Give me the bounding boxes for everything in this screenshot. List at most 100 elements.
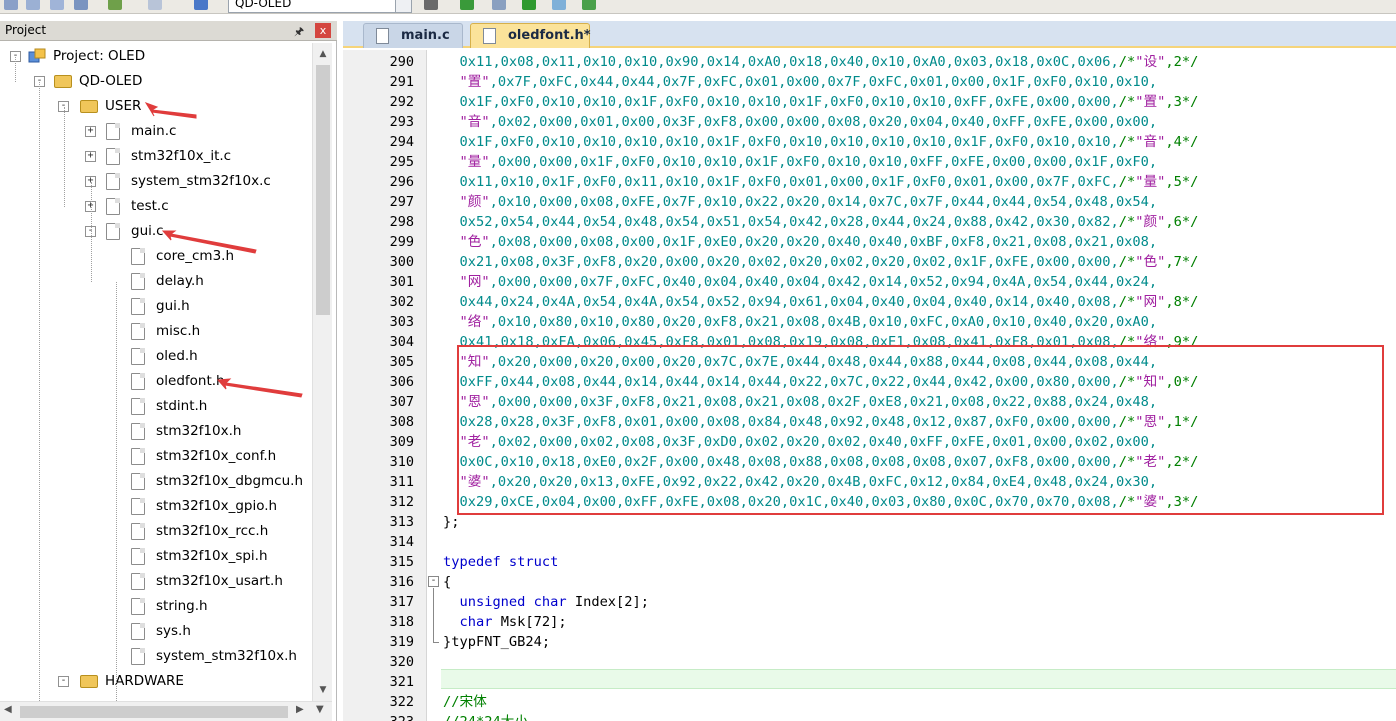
code-token: ,0x10,0x00,0x08,0xFE,0x7F,0x10,0x22,0x20…	[489, 194, 1158, 210]
scroll-left-icon[interactable]: ◀	[4, 704, 12, 715]
code-token: 0x0C,0x10,0x18,0xE0,0x2F,0x00,0x48,0x08,…	[443, 454, 1119, 470]
code-line[interactable]: "老",0x02,0x00,0x02,0x08,0x3F,0xD0,0x02,0…	[443, 432, 1157, 452]
tree-item-project-oled[interactable]: - Project: OLED	[0, 46, 312, 68]
tree-item-stm32f10x-it-c[interactable]: + stm32f10x_it.c	[0, 146, 312, 168]
pin-icon[interactable]: 🖈	[294, 23, 304, 42]
tree-item-gui-c[interactable]: - gui.c	[0, 221, 312, 243]
tree-item-stm32f10x-h[interactable]: stm32f10x.h	[0, 421, 312, 443]
collapse-icon[interactable]: -	[58, 676, 69, 687]
tree-item-hardware[interactable]: - HARDWARE	[0, 671, 312, 693]
file-icon	[131, 523, 145, 540]
scroll-down-icon[interactable]: ▼	[316, 704, 324, 715]
scrollbar-thumb[interactable]	[20, 706, 288, 718]
tree-item-main-c[interactable]: + main.c	[0, 121, 312, 143]
code-line[interactable]: "音",0x02,0x00,0x01,0x00,0x3F,0xF8,0x00,0…	[443, 112, 1157, 132]
expand-icon[interactable]: +	[85, 151, 96, 162]
code-editor[interactable]: 0x11,0x08,0x11,0x10,0x10,0x90,0x14,0xA0,…	[441, 50, 1396, 721]
find-icon[interactable]	[148, 0, 162, 10]
code-line[interactable]: "量",0x00,0x00,0x1F,0xF0,0x10,0x10,0x1F,0…	[443, 152, 1157, 172]
code-line[interactable]: 0x1F,0xF0,0x10,0x10,0x1F,0xF0,0x10,0x10,…	[443, 92, 1198, 112]
tree-item-delay-h[interactable]: delay.h	[0, 271, 312, 293]
code-line[interactable]: //24*24大小	[443, 712, 528, 721]
tree-item-stm32f10x-dbgmcu-h[interactable]: stm32f10x_dbgmcu.h	[0, 471, 312, 493]
scrollbar-thumb[interactable]	[316, 65, 330, 315]
target-options-icon[interactable]	[194, 0, 208, 10]
code-line[interactable]: "婆",0x20,0x20,0x13,0xFE,0x92,0x22,0x42,0…	[443, 472, 1157, 492]
code-line[interactable]: 0x0C,0x10,0x18,0xE0,0x2F,0x00,0x48,0x08,…	[443, 452, 1198, 472]
scroll-down-icon[interactable]: ▼	[315, 682, 331, 698]
code-line[interactable]: "络",0x10,0x80,0x10,0x80,0x20,0xF8,0x21,0…	[443, 312, 1157, 332]
select-packs-icon[interactable]	[492, 0, 506, 10]
tree-item-stm32f10x-conf-h[interactable]: stm32f10x_conf.h	[0, 446, 312, 468]
tree-item-system-stm32f10x-c[interactable]: + system_stm32f10x.c	[0, 171, 312, 193]
tree-item-user[interactable]: - USER	[0, 96, 312, 118]
manage-components-icon[interactable]	[424, 0, 438, 10]
code-line[interactable]: "颜",0x10,0x00,0x08,0xFE,0x7F,0x10,0x22,0…	[443, 192, 1157, 212]
batch-build-icon[interactable]	[26, 0, 40, 10]
translate-icon[interactable]	[50, 0, 64, 10]
tree-item-stm32f10x-rcc-h[interactable]: stm32f10x_rcc.h	[0, 521, 312, 543]
target-select[interactable]: QD-OLED	[228, 0, 412, 13]
code-line[interactable]: "知",0x20,0x00,0x20,0x00,0x20,0x7C,0x7E,0…	[443, 352, 1157, 372]
scroll-right-icon[interactable]: ▶	[296, 704, 304, 715]
code-line[interactable]: 0x1F,0xF0,0x10,0x10,0x10,0x10,0x1F,0xF0,…	[443, 132, 1198, 152]
tab-main-c[interactable]: main.c	[363, 23, 463, 48]
tab-oledfont-h[interactable]: oledfont.h*	[470, 23, 591, 48]
download-icon[interactable]	[74, 0, 88, 10]
settings-icon[interactable]	[552, 0, 566, 10]
project-tree-vertical-scrollbar[interactable]: ▲ ▼	[312, 43, 332, 701]
tree-item-test-c[interactable]: + test.c	[0, 196, 312, 218]
code-line[interactable]: 0x44,0x24,0x4A,0x54,0x4A,0x54,0x52,0x94,…	[443, 292, 1198, 312]
line-number: 320	[389, 654, 414, 670]
configure-icon[interactable]	[582, 0, 596, 10]
fold-collapse-icon[interactable]: -	[428, 576, 439, 587]
code-line[interactable]: "色",0x08,0x00,0x08,0x00,0x1F,0xE0,0x20,0…	[443, 232, 1157, 252]
load-icon[interactable]	[108, 0, 122, 10]
tree-item-stdint-h[interactable]: stdint.h	[0, 396, 312, 418]
tree-item-misc-h[interactable]: misc.h	[0, 321, 312, 343]
file-icon	[106, 173, 120, 190]
code-line[interactable]: unsigned char Index[2];	[443, 592, 649, 612]
file-icon	[106, 148, 120, 165]
tree-item-stm32f10x-gpio-h[interactable]: stm32f10x_gpio.h	[0, 496, 312, 518]
tree-item-label: oledfont.h	[156, 373, 225, 389]
code-line[interactable]: "置",0x7F,0xFC,0x44,0x44,0x7F,0xFC,0x01,0…	[443, 72, 1157, 92]
expand-icon[interactable]: +	[85, 126, 96, 137]
code-line[interactable]: 0x11,0x10,0x1F,0xF0,0x11,0x10,0x1F,0xF0,…	[443, 172, 1198, 192]
code-line[interactable]: 0x21,0x08,0x3F,0xF8,0x20,0x00,0x20,0x02,…	[443, 252, 1198, 272]
scroll-up-icon[interactable]: ▲	[315, 46, 331, 62]
code-line[interactable]: 0x41,0x18,0xFA,0x06,0x45,0xF8,0x01,0x08,…	[443, 332, 1198, 352]
code-line[interactable]: 0x29,0xCE,0x04,0x00,0xFF,0xFE,0x08,0x20,…	[443, 492, 1198, 512]
tree-item-label: stm32f10x_rcc.h	[156, 523, 269, 539]
code-line[interactable]: typedef struct	[443, 552, 558, 572]
pack-installer-icon[interactable]	[460, 0, 474, 10]
tree-item-sys-h[interactable]: sys.h	[0, 621, 312, 643]
code-line[interactable]: 0x11,0x08,0x11,0x10,0x10,0x90,0x14,0xA0,…	[443, 52, 1198, 72]
code-token: "恩"	[443, 394, 490, 410]
tree-item-oledfont-h[interactable]: oledfont.h	[0, 371, 312, 393]
code-line[interactable]: 0xFF,0x44,0x08,0x44,0x14,0x44,0x14,0x44,…	[443, 372, 1198, 392]
code-line[interactable]: //宋体	[443, 692, 487, 712]
code-token: ,2*/	[1165, 54, 1199, 70]
code-line[interactable]: "网",0x00,0x00,0x7F,0xFC,0x40,0x04,0x40,0…	[443, 272, 1157, 292]
debug-icon[interactable]	[522, 0, 536, 10]
chevron-down-icon[interactable]	[395, 0, 411, 12]
code-line[interactable]: char Msk[72];	[443, 612, 566, 632]
code-line[interactable]: "恩",0x00,0x00,0x3F,0xF8,0x21,0x08,0x21,0…	[443, 392, 1157, 412]
code-line[interactable]: {	[443, 572, 451, 592]
tree-item-oled-h[interactable]: oled.h	[0, 346, 312, 368]
tree-item-qd-oled[interactable]: - QD-OLED	[0, 71, 312, 93]
tree-item-stm32f10x-usart-h[interactable]: stm32f10x_usart.h	[0, 571, 312, 593]
rebuild-icon[interactable]	[4, 0, 18, 10]
code-line[interactable]: }typFNT_GB24;	[443, 632, 550, 652]
tree-item-system-stm32f10x-h[interactable]: system_stm32f10x.h	[0, 646, 312, 668]
tree-item-string-h[interactable]: string.h	[0, 596, 312, 618]
code-line[interactable]: };	[443, 512, 459, 532]
tree-item-gui-h[interactable]: gui.h	[0, 296, 312, 318]
close-icon[interactable]: x	[315, 23, 331, 38]
tree-item-stm32f10x-spi-h[interactable]: stm32f10x_spi.h	[0, 546, 312, 568]
tree-item-core-cm3-h[interactable]: core_cm3.h	[0, 246, 312, 268]
code-line[interactable]: 0x52,0x54,0x44,0x54,0x48,0x54,0x51,0x54,…	[443, 212, 1198, 232]
code-line[interactable]: 0x28,0x28,0x3F,0xF8,0x01,0x00,0x08,0x84,…	[443, 412, 1198, 432]
project-tree-horizontal-scrollbar[interactable]: ◀ ▶ ▼	[0, 701, 332, 721]
